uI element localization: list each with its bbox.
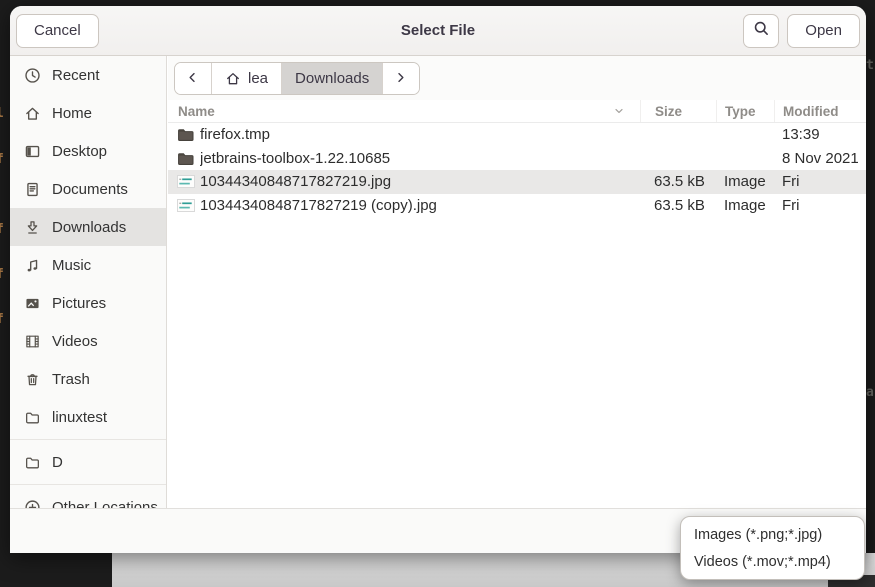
file-type: Image: [716, 173, 774, 190]
sidebar-item-videos[interactable]: Videos: [10, 322, 166, 360]
sidebar-item-label: Home: [52, 105, 92, 122]
pathbar-crumb-lea[interactable]: lea: [212, 63, 282, 94]
sidebar-item-label: Pictures: [52, 295, 106, 312]
folder-icon: [168, 127, 200, 142]
sidebar-item-label: Recent: [52, 67, 100, 84]
file-modified: Fri: [774, 173, 866, 190]
sidebar-item-pictures[interactable]: Pictures: [10, 284, 166, 322]
sidebar-item-label: Desktop: [52, 143, 107, 160]
sidebar-item-recent[interactable]: Recent: [10, 56, 166, 94]
plus-icon: [24, 499, 41, 509]
file-name: jetbrains-toolbox-1.22.10685: [200, 150, 640, 167]
file-size: 63.5 kB: [640, 197, 716, 214]
sidebar-item-home[interactable]: Home: [10, 94, 166, 132]
file-filter-menu: Images (*.png;*.jpg)Videos (*.mov;*.mp4): [680, 516, 865, 580]
search-button[interactable]: [743, 14, 779, 48]
filter-option-images-png-jpg[interactable]: Images (*.png;*.jpg): [681, 521, 864, 548]
clock-icon: [24, 67, 41, 84]
file-list: firefox.tmp 13:39 jetbrains-toolbox-1.22.1…: [168, 123, 866, 217]
file-modified: 13:39: [774, 126, 866, 143]
backdrop-fragment: f: [0, 312, 9, 328]
backdrop-fragment: a: [866, 385, 875, 401]
cancel-button[interactable]: Cancel: [16, 14, 99, 48]
sidebar: Recent Home Desktop Documents Downloads Music…: [10, 56, 167, 508]
chevron-right-icon: [393, 70, 409, 86]
home-icon: [24, 105, 41, 122]
sidebar-item-music[interactable]: Music: [10, 246, 166, 284]
chevron-left-icon: [185, 70, 201, 86]
column-header-modified[interactable]: Modified: [774, 100, 866, 122]
sidebar-item-documents[interactable]: Documents: [10, 170, 166, 208]
sidebar-item-desktop[interactable]: Desktop: [10, 132, 166, 170]
pathbar-crumb-downloads[interactable]: Downloads: [282, 63, 383, 94]
sidebar-item-label: Documents: [52, 181, 128, 198]
search-icon: [753, 20, 770, 41]
backdrop-fragment: f: [0, 152, 9, 168]
folder-icon: [24, 454, 41, 471]
download-icon: [24, 219, 41, 236]
backdrop-fragment: t: [866, 58, 875, 74]
screen: l f f f f t a Select File Cancel Open Recent Ho…: [0, 0, 875, 587]
headerbar: Select File Cancel Open: [10, 6, 866, 56]
sidebar-item-label: Music: [52, 257, 91, 274]
backdrop-fragment: l: [0, 106, 9, 122]
column-header-type[interactable]: Type: [716, 100, 774, 122]
file-chooser-dialog: Select File Cancel Open Recent Home Deskto…: [10, 6, 866, 553]
pathbar-back-button[interactable]: [175, 63, 212, 94]
file-name: firefox.tmp: [200, 126, 640, 143]
pathbar: lea Downloads: [168, 56, 866, 100]
sidebar-item-linuxtest[interactable]: linuxtest: [10, 398, 166, 436]
sidebar-item-label: Trash: [52, 371, 90, 388]
file-row-10344340848717827219-copy-jpg[interactable]: 10344340848717827219 (copy).jpg63.5 kBIm…: [168, 194, 866, 218]
file-type: Image: [716, 197, 774, 214]
music-icon: [24, 257, 41, 274]
sidebar-item-trash[interactable]: Trash: [10, 360, 166, 398]
sidebar-item-label: D: [52, 454, 63, 471]
file-row-jetbrains-toolbox-1-22-10685[interactable]: jetbrains-toolbox-1.22.10685 8 Nov 2021: [168, 147, 866, 171]
file-name: 10344340848717827219.jpg: [200, 173, 640, 190]
dialog-title: Select File: [10, 22, 866, 39]
folder-icon: [24, 409, 41, 426]
desktop-icon: [24, 143, 41, 160]
sidebar-item-label: Videos: [52, 333, 98, 350]
document-icon: [24, 181, 41, 198]
sidebar-divider: [10, 439, 166, 440]
sidebar-item-label: Downloads: [52, 219, 126, 236]
home-icon: [225, 70, 241, 86]
sidebar-item-other-locations[interactable]: Other Locations: [10, 488, 166, 508]
file-size: 63.5 kB: [640, 173, 716, 190]
file-row-firefox-tmp[interactable]: firefox.tmp 13:39: [168, 123, 866, 147]
file-browser: lea Downloads Name Size Type Modified fir…: [168, 56, 866, 508]
backdrop-fragment: f: [0, 267, 9, 283]
image-thumbnail-icon: [168, 199, 200, 212]
column-header-name[interactable]: Name: [168, 100, 640, 122]
film-icon: [24, 333, 41, 350]
column-header-name-label: Name: [178, 104, 215, 119]
sidebar-divider: [10, 484, 166, 485]
file-name: 10344340848717827219 (copy).jpg: [200, 197, 640, 214]
column-header-size[interactable]: Size: [640, 100, 716, 122]
sidebar-item-downloads[interactable]: Downloads: [10, 208, 166, 246]
file-row-10344340848717827219-jpg[interactable]: 10344340848717827219.jpg63.5 kBImageFri: [168, 170, 866, 194]
list-header: Name Size Type Modified: [168, 100, 866, 123]
picture-icon: [24, 295, 41, 312]
pathbar-forward-button[interactable]: [383, 63, 419, 94]
file-modified: 8 Nov 2021: [774, 150, 866, 167]
sort-indicator-chevron-down-icon[interactable]: [612, 104, 626, 118]
folder-icon: [168, 151, 200, 166]
sidebar-item-label: linuxtest: [52, 409, 107, 426]
backdrop-fragment: f: [0, 222, 9, 238]
pathbar-crumb-label: lea: [248, 70, 268, 87]
trash-icon: [24, 371, 41, 388]
pathbar-crumb-label: Downloads: [295, 70, 369, 87]
open-button[interactable]: Open: [787, 14, 860, 48]
breadcrumb: lea Downloads: [174, 62, 420, 95]
sidebar-item-d[interactable]: D: [10, 443, 166, 481]
filter-option-videos-mov-mp4[interactable]: Videos (*.mov;*.mp4): [681, 548, 864, 575]
image-thumbnail-icon: [168, 175, 200, 188]
file-modified: Fri: [774, 197, 866, 214]
sidebar-item-label: Other Locations: [52, 499, 158, 509]
